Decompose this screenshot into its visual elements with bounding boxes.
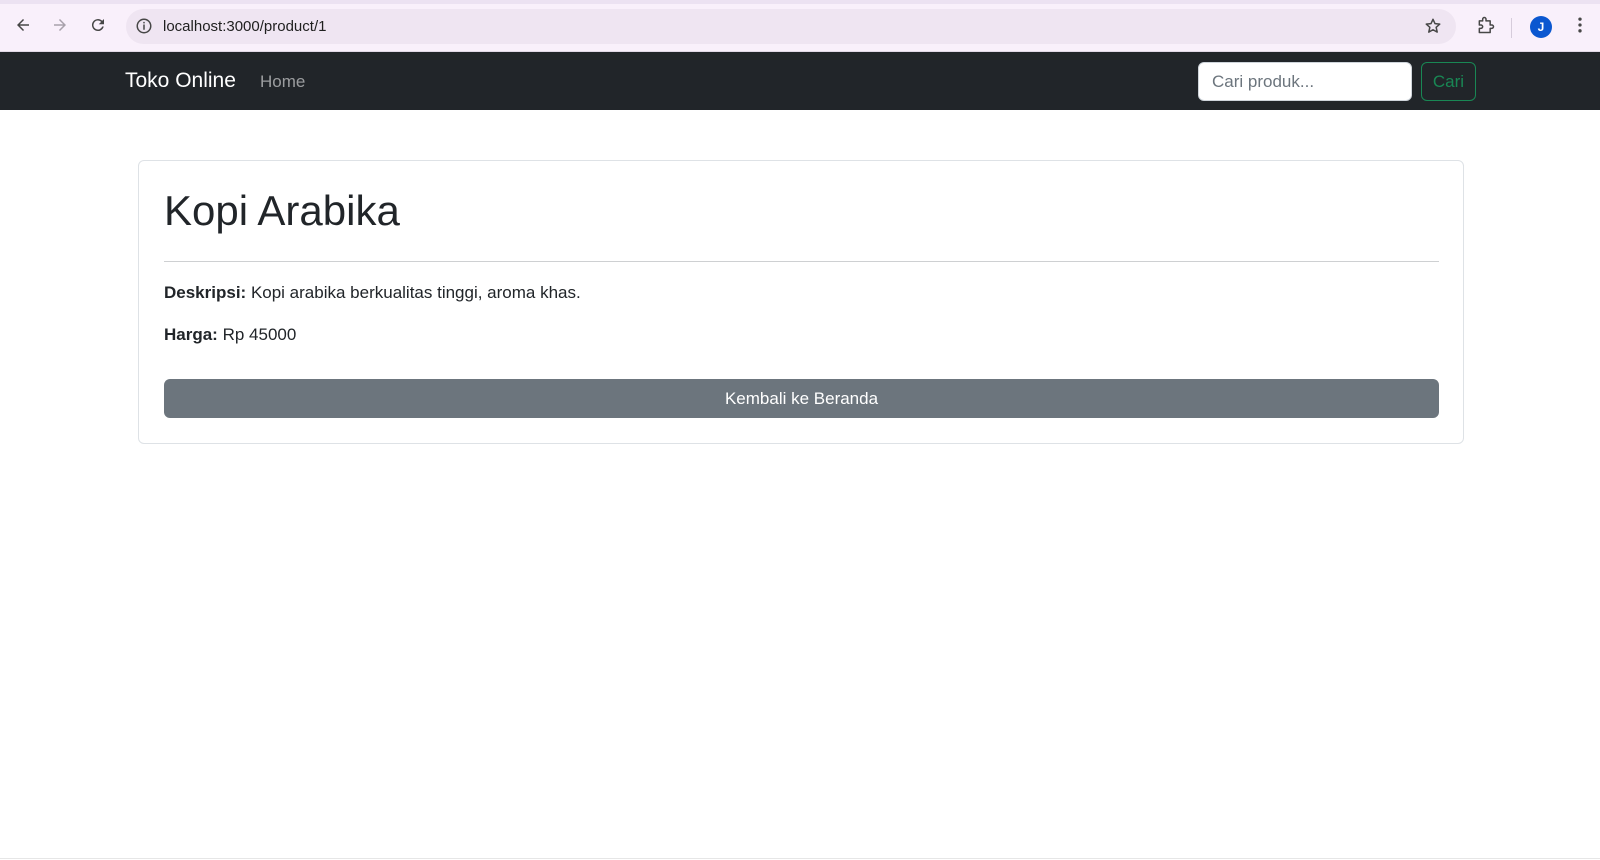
address-bar[interactable]: localhost:3000/product/1: [126, 9, 1456, 44]
search-button[interactable]: Cari: [1421, 62, 1476, 101]
product-title: Kopi Arabika: [164, 187, 400, 234]
product-price-row: Harga: Rp 45000: [164, 324, 296, 346]
tab-strip: [0, 0, 1600, 4]
description-label: Deskripsi:: [164, 283, 251, 302]
page-bottom-border: [0, 858, 1600, 859]
browser-toolbar: localhost:3000/product/1 J: [0, 0, 1600, 52]
reload-icon[interactable]: [85, 12, 111, 38]
site-info-icon[interactable]: [135, 17, 153, 35]
price-value: Rp 45000: [222, 325, 297, 344]
forward-arrow-icon[interactable]: [47, 12, 73, 38]
description-value: Kopi arabika berkualitas tinggi, aroma k…: [250, 283, 581, 302]
profile-avatar[interactable]: J: [1530, 16, 1552, 38]
back-arrow-icon[interactable]: [10, 12, 36, 38]
nav-link-home[interactable]: Home: [260, 71, 305, 93]
extensions-puzzle-icon[interactable]: [1474, 13, 1498, 37]
card-divider: [164, 261, 1439, 262]
navbar-brand[interactable]: Toko Online: [125, 67, 236, 95]
product-card: Kopi Arabika Deskripsi: Kopi arabika ber…: [138, 160, 1464, 444]
bookmark-star-icon[interactable]: [1424, 17, 1442, 35]
search-input[interactable]: [1198, 62, 1412, 101]
kebab-menu-icon[interactable]: [1568, 13, 1592, 37]
address-url[interactable]: localhost:3000/product/1: [163, 17, 326, 36]
product-description-row: Deskripsi: Kopi arabika berkualitas ting…: [164, 282, 581, 304]
price-label: Harga:: [164, 325, 223, 344]
site-navbar: Toko Online Home Cari: [0, 52, 1600, 110]
back-to-home-button[interactable]: Kembali ke Beranda: [164, 379, 1439, 418]
toolbar-divider: [1511, 18, 1512, 38]
